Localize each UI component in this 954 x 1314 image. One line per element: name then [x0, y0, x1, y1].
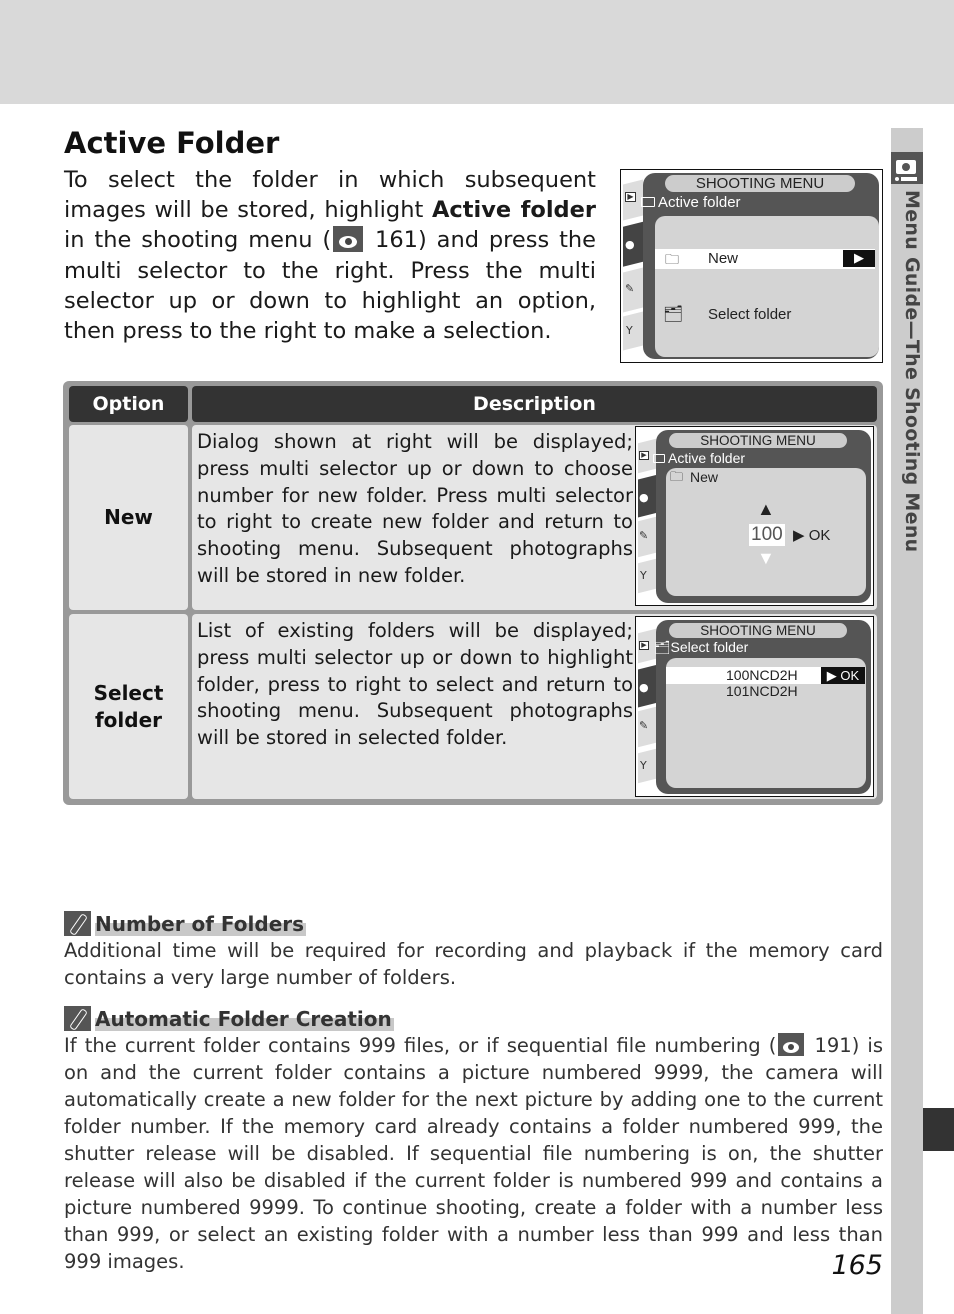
page-title: Active Folder [64, 126, 282, 162]
section-side-label: Menu Guide—The Shooting Menu [901, 190, 923, 553]
ok-indicator: ▶ OK [821, 667, 865, 684]
note-heading-number-of-folders: Number of Folders [64, 911, 307, 936]
description-new: Dialog shown at right will be displayed;… [197, 430, 633, 587]
pencil-icon: ✎ [639, 529, 649, 542]
folder-name: 100NCD2H [726, 667, 798, 683]
column-header-option: Option [69, 386, 188, 422]
arrow-right-icon: ▶ [843, 250, 875, 267]
playback-icon: ▶ [625, 192, 636, 202]
menu-subtitle-row: Active folder [653, 450, 745, 466]
ok-indicator[interactable]: ▶ OK [793, 526, 830, 544]
wrench-icon: Y [640, 759, 647, 772]
note-text-2: ) is on and the current folder contains … [64, 1034, 883, 1273]
page-reference[interactable]: 191 [814, 1034, 851, 1057]
pencil-icon: ✎ [639, 719, 649, 732]
dialog-title: New [690, 469, 719, 485]
note-heading-automatic-folder-creation: Automatic Folder Creation [64, 1006, 394, 1031]
folders-icon: 🗂 [663, 306, 684, 323]
folder-list-item[interactable]: 101NCD2H [726, 683, 798, 699]
page-number: 165 [831, 1250, 883, 1281]
pencil-note-icon [64, 1006, 91, 1031]
new-folder-icon: 🗀 [665, 251, 679, 267]
menu-header: SHOOTING MENU [669, 623, 847, 638]
camera-screen-active-folder: ▶ ● ✎ Y SHOOTING MENU Active folder 🗀 Ne… [620, 169, 883, 363]
menu-item-new[interactable]: 🗀 New ▶ [655, 249, 875, 269]
folders-icon: 🗂 [654, 640, 671, 655]
menu-subtitle-row: Active folder [641, 194, 741, 211]
menu-panel [655, 216, 879, 357]
eye-reference-icon [333, 226, 364, 253]
folder-number-value[interactable]: 100 [749, 524, 785, 546]
playback-icon: ▶ [639, 641, 649, 650]
menu-subtitle: Active folder [658, 194, 741, 211]
menu-item-select-folder[interactable]: Select folder [708, 306, 791, 323]
playback-icon: ▶ [639, 451, 649, 460]
camera-screen-select-folder: ▶ ● ✎ Y SHOOTING MENU 🗂Select folder 100… [635, 616, 874, 797]
wrench-icon: Y [640, 569, 647, 582]
pencil-note-icon [64, 911, 91, 936]
option-select-folder-label: Select folder [93, 680, 164, 732]
option-new: New [69, 425, 188, 610]
note-title: Number of Folders [95, 911, 307, 936]
menu-subtitle: Select folder [670, 639, 749, 655]
menu-subtitle: Active folder [668, 450, 746, 466]
intro-text-2: in the shooting menu ( [64, 227, 332, 254]
up-arrow-icon[interactable]: ▲ [757, 499, 775, 520]
folder-icon [653, 454, 665, 463]
eye-reference-icon [778, 1033, 805, 1056]
camera-icon: ● [639, 491, 649, 504]
wrench-icon: Y [626, 324, 633, 337]
menu-subtitle-row: 🗂Select folder [654, 639, 748, 656]
folder-icon [641, 197, 655, 207]
page-header-band [0, 0, 954, 104]
column-header-description: Description [192, 386, 877, 422]
note-body-automatic-folder-creation: If the current folder contains 999 files… [64, 1032, 883, 1275]
page-reference[interactable]: 161 [375, 227, 418, 253]
intro-bold-term: Active folder [432, 197, 596, 224]
down-arrow-icon[interactable]: ▼ [757, 548, 775, 569]
note-title: Automatic Folder Creation [95, 1006, 394, 1031]
camera-icon: ● [625, 238, 635, 251]
menu-header: SHOOTING MENU [665, 175, 855, 192]
menu-item-label: New [708, 250, 739, 267]
note-text-1: If the current folder contains 999 files… [64, 1034, 777, 1057]
folder-list-item-selected[interactable]: 100NCD2H ▶ OK [666, 667, 865, 684]
description-select-folder: List of existing folders will be display… [197, 619, 633, 750]
pencil-icon: ✎ [625, 282, 635, 295]
camera-icon: ● [639, 681, 649, 694]
intro-paragraph: To select the folder in which subsequent… [64, 165, 596, 346]
menu-header: SHOOTING MENU [669, 433, 847, 448]
thumb-index-marker [923, 1108, 954, 1151]
option-select-folder: Select folder [69, 614, 188, 799]
new-folder-icon: 🗀 [670, 469, 684, 484]
note-body-number-of-folders: Additional time will be required for rec… [64, 939, 883, 989]
camera-screen-new-folder: ▶ ● ✎ Y SHOOTING MENU Active folder 🗀 Ne… [635, 426, 874, 606]
camera-icon [891, 152, 923, 184]
